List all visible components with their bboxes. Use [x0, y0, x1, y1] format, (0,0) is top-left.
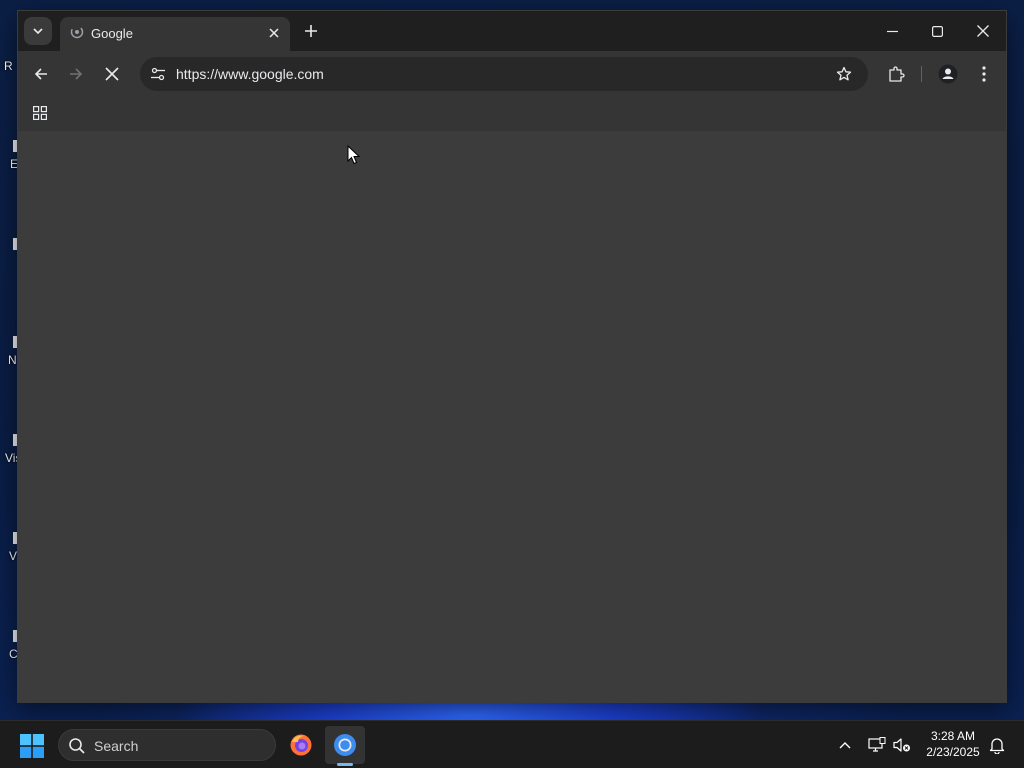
tab-title: Google: [91, 26, 133, 41]
arrow-left-icon: [34, 68, 47, 80]
apps-grid-icon: [33, 106, 47, 120]
address-bar[interactable]: https://www.google.com: [140, 57, 868, 91]
page-content[interactable]: [18, 131, 1006, 702]
desktop-icon-label[interactable]: R: [4, 59, 13, 73]
minimize-icon: [886, 30, 898, 32]
bookmarks-bar: [18, 97, 1006, 131]
chevron-up-icon: [839, 742, 851, 749]
minimize-button[interactable]: [870, 15, 914, 47]
tab-close-button[interactable]: [265, 24, 283, 42]
mouse-cursor-icon: [347, 145, 361, 165]
close-icon: [977, 25, 989, 37]
taskbar-chrome[interactable]: [325, 726, 365, 764]
maximize-button[interactable]: [915, 15, 959, 47]
desktop-icon-label[interactable]: N: [8, 353, 17, 367]
volume-muted-icon: [893, 738, 910, 752]
profile-button[interactable]: [934, 60, 962, 88]
firefox-icon: [290, 734, 312, 756]
browser-window: Google https://www.google.com: [17, 10, 1007, 703]
clock-date: 2/23/2025: [926, 745, 980, 759]
network-button[interactable]: [866, 734, 888, 756]
taskbar-search[interactable]: Search: [58, 729, 276, 761]
search-icon: [69, 738, 85, 754]
close-window-button[interactable]: [961, 15, 1005, 47]
chevron-down-icon: [33, 28, 43, 35]
toolbar-separator: [921, 66, 922, 82]
stop-loading-button[interactable]: [98, 60, 126, 88]
url-text[interactable]: https://www.google.com: [176, 66, 324, 82]
more-vert-icon: [982, 66, 986, 82]
plus-icon: [305, 25, 317, 37]
taskbar: Search 3:28 AM 2/23/2025: [0, 720, 1024, 768]
menu-button[interactable]: [970, 60, 998, 88]
apps-button[interactable]: [30, 103, 50, 123]
tab-google[interactable]: Google: [60, 17, 290, 51]
volume-button[interactable]: [891, 734, 913, 756]
close-icon: [105, 67, 119, 81]
site-info-button[interactable]: [148, 64, 168, 84]
network-icon: [868, 737, 886, 752]
puzzle-icon: [889, 66, 905, 82]
tab-search-button[interactable]: [24, 17, 52, 45]
arrow-right-icon: [70, 68, 83, 80]
taskbar-firefox[interactable]: [281, 726, 321, 764]
active-app-indicator: [337, 763, 353, 766]
tab-strip: Google: [18, 11, 1006, 51]
tune-icon: [151, 67, 165, 81]
forward-button[interactable]: [62, 60, 90, 88]
new-tab-button[interactable]: [300, 20, 322, 42]
desktop-icon-label[interactable]: V: [9, 549, 17, 563]
bell-icon: [989, 738, 1005, 754]
maximize-icon: [931, 25, 943, 37]
start-button[interactable]: [20, 734, 44, 758]
taskbar-clock[interactable]: 3:28 AM 2/23/2025: [918, 728, 988, 760]
search-label: Search: [94, 738, 139, 754]
avatar-icon: [938, 64, 958, 84]
back-button[interactable]: [27, 60, 55, 88]
clock-time: 3:28 AM: [930, 729, 976, 743]
chrome-icon: [334, 734, 356, 756]
browser-toolbar: https://www.google.com: [18, 51, 1006, 97]
windows-logo-icon: [20, 734, 44, 758]
show-hidden-icons-button[interactable]: [834, 734, 856, 756]
star-icon: [836, 66, 852, 81]
close-icon: [269, 28, 279, 38]
notifications-button[interactable]: [986, 734, 1008, 756]
bookmark-star-button[interactable]: [834, 64, 854, 84]
extensions-button[interactable]: [882, 60, 910, 88]
loading-favicon-icon: [70, 25, 84, 39]
